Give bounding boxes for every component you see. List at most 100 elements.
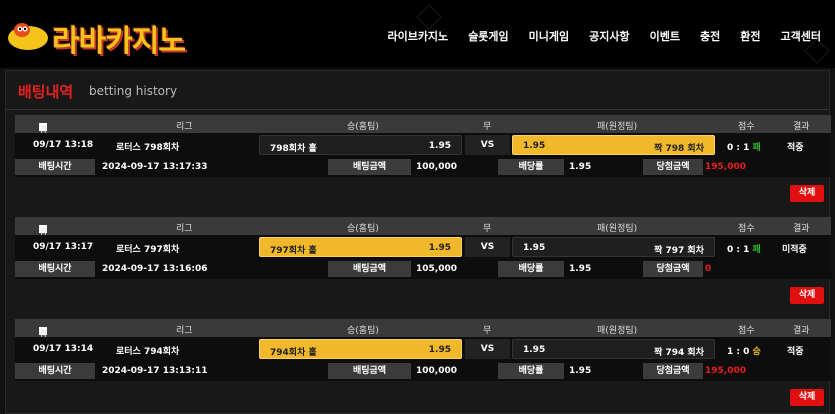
page-subtitle: betting history [89,84,178,98]
result-badge: 미적중 [782,245,807,255]
away-odds: 1.95 [523,141,546,151]
delete-button[interactable]: 삭제 [790,287,824,304]
score-home: 0 [727,245,734,255]
vs-badge: VS [465,135,510,155]
table-header: 경기일시 리그 승(홈팀) 무 패(원정팀) 점수 결과 [15,217,831,277]
away-team: 짝 797 회차 [654,246,704,256]
delete-button[interactable]: 삭제 [790,389,824,406]
result-header: 결과 [793,326,810,336]
score-home: 1 [727,347,734,357]
bet-amount: 100,000 [416,366,457,376]
bet-time-label: 배팅시간 [15,363,95,379]
away-bet-button[interactable]: 1.95 짝 794 회차 [512,339,715,359]
league-name: 로터스 797회차 [116,245,180,255]
away-team: 짝 798 회차 [654,144,704,154]
win-amount-label: 당첨금액 [643,363,703,379]
away-odds: 1.95 [523,345,546,355]
score-flag: 패 [752,143,761,153]
bet-amount: 100,000 [416,162,457,172]
nav-item[interactable]: 고객센터 [781,28,821,44]
nav-item[interactable]: 충전 [700,28,720,44]
bet-detail-row: 배팅시간 2024-09-17 13:17:33 배팅금액 100,000 배당… [15,157,831,177]
mascot-icon [8,23,48,50]
main-nav: 라이브카지노 슬롯게임 미니게임 공지사항 이벤트 충전 환전 고객센터 [367,28,821,44]
win-amount: 0 [705,264,712,274]
home-team: 797회차 홀 [270,246,317,256]
win-amount: 195,000 [705,366,746,376]
home-odds: 1.95 [428,141,451,151]
away-odds: 1.95 [523,243,546,253]
odds-label: 배당률 [498,261,564,277]
score-away: 1 [743,143,750,153]
vs-badge: VS [465,237,510,257]
away-bet-button[interactable]: 1.95 짝 797 회차 [512,237,715,257]
nav-item[interactable]: 이벤트 [650,28,680,44]
home-bet-button[interactable]: 798회차 홀 1.95 [259,135,462,155]
score-header: 점수 [738,326,755,336]
home-header: 승(홈팀) [347,326,379,336]
bet-amount: 105,000 [416,264,457,274]
score: 1 : 0 승 [727,347,761,357]
home-team: 794회차 홀 [270,348,317,358]
bet-time: 2024-09-17 13:13:11 [102,366,208,376]
nav-item[interactable]: 환전 [740,28,760,44]
brand-name: 라바카지노 [52,24,186,59]
result-header: 결과 [793,224,810,234]
draw-header: 무 [483,224,492,234]
match-date: 09/17 13:14 [33,344,94,354]
result-badge: 적중 [787,347,804,357]
site-logo[interactable]: 라바카지노 [6,14,226,59]
draw-header: 무 [483,326,492,336]
match-date: 09/17 13:18 [33,140,94,150]
home-odds: 1.95 [428,243,451,253]
betting-history-panel: 배팅내역 betting history 경기일시 리그 승(홈팀) 무 패(원… [5,70,831,414]
win-amount-label: 당첨금액 [643,261,703,277]
away-header: 패(원정팀) [597,224,638,234]
home-header: 승(홈팀) [347,122,379,132]
draw-header: 무 [483,122,492,132]
odds-value: 1.95 [569,162,592,172]
odds-label: 배당률 [498,363,564,379]
bet-detail-row: 배팅시간 2024-09-17 13:13:11 배팅금액 100,000 배당… [15,361,831,381]
table-header: 경기일시 리그 승(홈팀) 무 패(원정팀) 점수 결과 [15,319,831,379]
vs-badge: VS [465,339,510,359]
bet-time-label: 배팅시간 [15,261,95,277]
divider [6,109,829,110]
score: 0 : 1 패 [727,143,761,153]
table-header: 경기일시 리그 승(홈팀) 무 패(원정팀) 점수 결과 [15,115,831,175]
league-name: 로터스 798회차 [116,143,180,153]
bet-time: 2024-09-17 13:17:33 [102,162,208,172]
away-header: 패(원정팀) [597,122,638,132]
bet-detail-row: 배팅시간 2024-09-17 13:16:06 배팅금액 105,000 배당… [15,259,831,279]
bet-amount-label: 배팅금액 [328,159,411,175]
win-amount-label: 당첨금액 [643,159,703,175]
odds-value: 1.95 [569,264,592,274]
result-header: 결과 [793,122,810,132]
odds-value: 1.95 [569,366,592,376]
table-row: 09/17 13:18 로터스 798회차 798회차 홀 1.95 VS 1.… [15,133,831,157]
away-bet-button[interactable]: 1.95 짝 798 회차 [512,135,715,155]
home-bet-button[interactable]: 797회차 홀 1.95 [259,237,462,257]
bet-time: 2024-09-17 13:16:06 [102,264,208,274]
score-away: 0 [743,347,750,357]
nav-item[interactable]: 미니게임 [529,28,569,44]
score-home: 0 [727,143,734,153]
table-row: 09/17 13:17 로터스 797회차 797회차 홀 1.95 VS 1.… [15,235,831,259]
nav-item[interactable]: 공지사항 [589,28,629,44]
score: 0 : 1 패 [727,245,761,255]
home-bet-button[interactable]: 794회차 홀 1.95 [259,339,462,359]
delete-button[interactable]: 삭제 [790,185,824,202]
top-navbar: 라바카지노 라이브카지노 슬롯게임 미니게임 공지사항 이벤트 충전 환전 고객센터 [0,0,835,68]
result-badge: 적중 [787,143,804,153]
away-team: 짝 794 회차 [654,348,704,358]
nav-item[interactable]: 라이브카지노 [387,28,448,44]
home-header: 승(홈팀) [347,224,379,234]
score-header: 점수 [738,122,755,132]
score-flag: 승 [752,347,761,357]
score-flag: 패 [752,245,761,255]
league-header: 리그 [176,224,193,234]
win-amount: 195,000 [705,162,746,172]
bet-amount-label: 배팅금액 [328,363,411,379]
home-team: 798회차 홀 [270,144,317,154]
nav-item[interactable]: 슬롯게임 [468,28,508,44]
